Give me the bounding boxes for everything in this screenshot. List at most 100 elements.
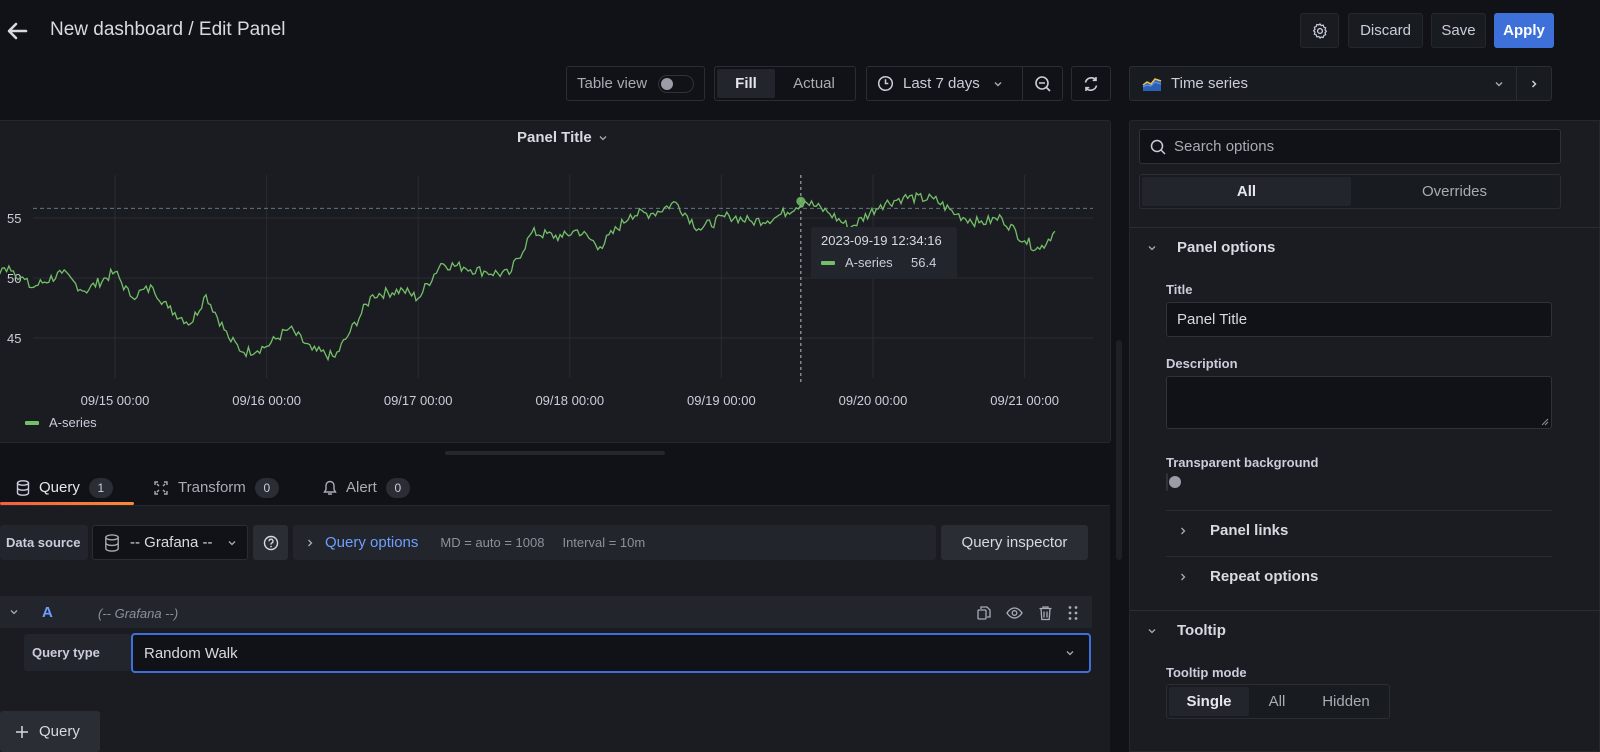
pane-resize-handle[interactable]	[445, 451, 665, 455]
tooltip-mode-single[interactable]: Single	[1169, 687, 1249, 716]
query-type-label: Query type	[24, 634, 131, 671]
eye-icon[interactable]	[1006, 605, 1023, 621]
query-type-select[interactable]: Random Walk	[131, 633, 1091, 673]
x-tick-label: 09/21 00:00	[990, 393, 1059, 408]
section-title: Repeat options	[1210, 568, 1319, 585]
table-view-toggle[interactable]: Table view	[566, 66, 705, 101]
x-tick-label: 09/20 00:00	[839, 393, 908, 408]
tab-label: Alert	[346, 479, 377, 496]
visualization-picker[interactable]: Time series	[1129, 66, 1517, 101]
save-button[interactable]: Save	[1431, 13, 1486, 48]
fill-mode-radio-group: Fill Actual	[714, 66, 856, 101]
data-source-picker[interactable]: -- Grafana --	[92, 525, 248, 560]
drag-handle-icon[interactable]	[1067, 605, 1079, 621]
panel-title-menu[interactable]: Panel Title	[517, 129, 608, 146]
tab-query[interactable]: Query 1	[16, 470, 113, 505]
add-query-button[interactable]: Query	[0, 711, 100, 752]
arrow-left-icon	[7, 22, 28, 40]
tooltip-section-header[interactable]: Tooltip	[1147, 622, 1226, 639]
data-source-help-button[interactable]	[253, 525, 288, 560]
chevron-right-icon	[308, 539, 313, 546]
time-series-chart[interactable]: 455055 09/15 00:00 09/16 00:00 09/17 00:00…	[0, 160, 1110, 420]
transparent-background-switch[interactable]	[1166, 473, 1181, 491]
hover-point	[796, 196, 806, 206]
chevron-right-icon	[1531, 79, 1537, 88]
apply-button[interactable]: Apply	[1494, 13, 1554, 48]
plus-icon	[16, 725, 28, 738]
visualization-label: Time series	[1171, 75, 1248, 92]
chevron-down-icon	[1148, 245, 1156, 250]
bell-icon	[323, 480, 337, 495]
refresh-button[interactable]	[1071, 66, 1111, 101]
add-query-label: Query	[39, 723, 80, 740]
duplicate-query-icon[interactable]	[976, 605, 992, 621]
tab-overrides[interactable]: Overrides	[1351, 177, 1558, 206]
tooltip-series: A-series	[845, 255, 893, 270]
tab-all-options[interactable]: All	[1142, 177, 1351, 206]
chevron-down-icon	[994, 81, 1002, 86]
page-title: New dashboard / Edit Panel	[50, 19, 286, 40]
time-range-picker[interactable]: Last 7 days	[866, 66, 1023, 101]
chevron-down-icon	[1495, 81, 1503, 86]
query-options-toggle[interactable]: Query options MD = auto = 1008 Interval …	[293, 525, 936, 560]
title-input-value: Panel Title	[1177, 311, 1248, 328]
x-tick-label: 09/19 00:00	[687, 393, 756, 408]
tab-transform[interactable]: Transform 0	[153, 470, 279, 505]
y-tick-label: 55	[7, 211, 21, 226]
query-inspector-button[interactable]: Query inspector	[941, 525, 1088, 560]
data-source-value: -- Grafana --	[130, 534, 213, 551]
panel-settings-button[interactable]	[1300, 13, 1339, 48]
trash-icon[interactable]	[1038, 605, 1053, 621]
legend-label: A-series	[49, 415, 97, 430]
tab-label: Query	[39, 479, 80, 496]
fill-option[interactable]: Fill	[717, 69, 775, 98]
query-type-value: Random Walk	[144, 644, 238, 662]
search-placeholder: Search options	[1174, 138, 1275, 155]
query-ref-id[interactable]: A	[42, 604, 53, 621]
panel-links-section-header[interactable]: Panel links	[1178, 522, 1288, 539]
chevron-down-icon[interactable]	[9, 607, 19, 617]
data-source-label: Data source	[0, 525, 88, 560]
tab-alert[interactable]: Alert 0	[323, 470, 410, 505]
title-input[interactable]: Panel Title	[1166, 302, 1552, 337]
tooltip-mode-all[interactable]: All	[1249, 687, 1305, 716]
tooltip-mode-label: Tooltip mode	[1166, 665, 1247, 680]
description-textarea[interactable]	[1166, 376, 1552, 429]
zoom-out-icon	[1034, 75, 1051, 92]
chart-tooltip: 2023-09-19 12:34:16 A-series 56.4	[811, 227, 957, 279]
transparent-background-label: Transparent background	[1166, 455, 1319, 470]
max-data-points-text: MD = auto = 1008	[440, 535, 545, 550]
section-title: Tooltip	[1177, 622, 1226, 639]
panel-options-section-header[interactable]: Panel options	[1147, 239, 1275, 256]
options-pane	[1129, 120, 1600, 752]
divider	[1166, 556, 1552, 557]
actual-option[interactable]: Actual	[775, 69, 853, 98]
chevron-down-icon	[228, 540, 236, 545]
discard-button[interactable]: Discard	[1348, 13, 1423, 48]
search-options-input[interactable]: Search options	[1139, 129, 1561, 164]
query-datasource-hint: (-- Grafana --)	[98, 606, 179, 621]
table-view-switch[interactable]	[658, 74, 694, 93]
question-circle-icon	[263, 535, 278, 550]
divider	[1166, 510, 1552, 511]
back-button[interactable]	[4, 18, 30, 44]
toggle-options-pane-button[interactable]	[1516, 66, 1552, 101]
gear-icon	[1312, 22, 1327, 39]
tab-label: Transform	[178, 479, 246, 496]
search-icon	[1150, 139, 1166, 155]
tooltip-value: 56.4	[911, 255, 937, 270]
transform-icon	[154, 480, 168, 495]
tooltip-mode-hidden[interactable]: Hidden	[1305, 687, 1387, 716]
zoom-out-button[interactable]	[1022, 66, 1063, 101]
time-series-icon	[1142, 77, 1162, 91]
tab-count: 1	[88, 477, 113, 498]
query-options-label: Query options	[325, 534, 419, 551]
scrollbar[interactable]	[1116, 340, 1122, 560]
resize-grip-icon[interactable]	[1541, 418, 1549, 426]
divider	[1130, 610, 1600, 611]
x-tick-label: 09/18 00:00	[535, 393, 604, 408]
legend-item[interactable]: A-series	[25, 415, 97, 430]
tab-count: 0	[385, 477, 410, 498]
chevron-down-icon	[1066, 651, 1074, 656]
repeat-options-section-header[interactable]: Repeat options	[1178, 568, 1318, 585]
